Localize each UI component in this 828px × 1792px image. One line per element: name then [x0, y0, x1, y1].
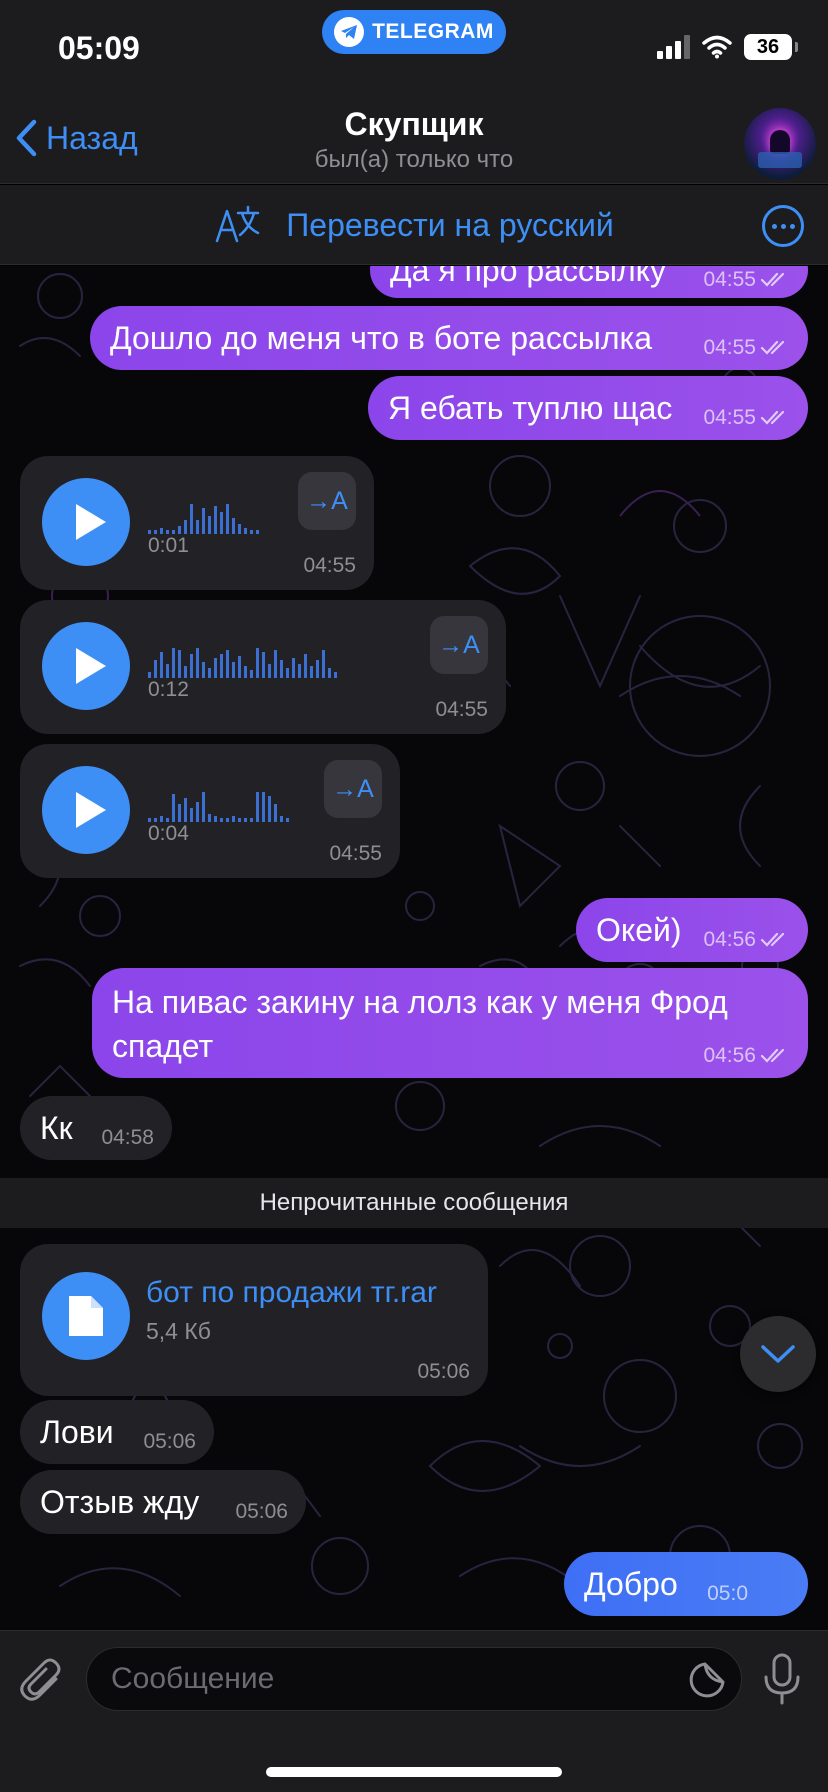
message-bubble-outgoing[interactable]: На пивас закину на лолз как у меня Фрод …: [92, 968, 808, 1078]
voice-message[interactable]: 0:04 →A 04:55: [20, 744, 400, 878]
message-text: Окей): [596, 912, 682, 948]
message-text-line1: На пивас закину на лолз как у меня Фрод: [112, 984, 728, 1020]
message-text: Отзыв жду: [40, 1484, 200, 1520]
message-list[interactable]: Да я про рассылку 04:55 Дошло до меня чт…: [0, 266, 828, 1630]
file-name[interactable]: бот по продажи тг.rar: [146, 1276, 437, 1310]
message-text: Лови: [40, 1414, 114, 1450]
read-checkmarks-icon: [760, 340, 785, 355]
read-checkmarks-icon: [760, 410, 785, 425]
waveform: [148, 782, 289, 822]
message-meta: 04:55: [703, 268, 790, 292]
chat-title[interactable]: Скупщик: [0, 106, 828, 143]
unread-divider: Непрочитанные сообщения: [0, 1178, 828, 1228]
transcribe-button[interactable]: →A: [324, 760, 382, 818]
status-time: 05:09: [58, 30, 140, 66]
waveform: [148, 494, 259, 534]
play-button[interactable]: [42, 766, 130, 854]
message-bubble-outgoing[interactable]: Да я про рассылку 04:55: [370, 266, 808, 298]
voice-duration: 0:12: [148, 678, 189, 701]
message-meta: 04:55: [703, 406, 790, 430]
battery-indicator: 36: [744, 34, 798, 60]
waveform: [148, 638, 337, 678]
avatar[interactable]: [744, 108, 816, 180]
transcribe-button[interactable]: →A: [298, 472, 356, 530]
message-text: Кк: [40, 1110, 73, 1146]
message-meta: 04:56: [703, 1044, 790, 1068]
message-time: 04:55: [329, 842, 382, 865]
telegram-pill[interactable]: TELEGRAM: [322, 10, 506, 54]
message-text: Да я про рассылку: [390, 266, 667, 288]
sticker-icon[interactable]: [687, 1660, 727, 1700]
read-checkmarks-icon: [760, 1048, 785, 1063]
message-bubble-incoming[interactable]: Отзыв жду 05:06: [20, 1470, 306, 1534]
read-checkmarks-icon: [760, 932, 785, 947]
translate-label: Перевести на русский: [286, 206, 614, 243]
file-message[interactable]: бот по продажи тг.rar 5,4 Кб 05:06: [20, 1244, 488, 1396]
translate-button[interactable]: Перевести на русский: [0, 203, 828, 247]
translate-icon: [216, 205, 260, 243]
chat-status: был(а) только что: [314, 146, 514, 173]
status-bar: 05:09 TELEGRAM 36: [0, 0, 828, 100]
message-field[interactable]: [86, 1647, 742, 1711]
message-meta: 04:55: [703, 336, 790, 360]
message-bubble-outgoing[interactable]: Окей) 04:56: [576, 898, 808, 962]
translate-bar: Перевести на русский: [0, 185, 828, 265]
play-button[interactable]: [42, 478, 130, 566]
message-time: 04:55: [435, 698, 488, 721]
message-bubble-incoming[interactable]: Лови 05:06: [20, 1400, 214, 1464]
voice-duration: 0:01: [148, 534, 189, 557]
more-options-button[interactable]: [762, 205, 804, 247]
message-text: Добро: [584, 1566, 678, 1602]
transcribe-button[interactable]: →A: [430, 616, 488, 674]
message-meta: 04:56: [703, 928, 790, 952]
message-text: Дошло до меня что в боте рассылка: [110, 320, 652, 356]
message-bubble-outgoing[interactable]: Дошло до меня что в боте рассылка 04:55: [90, 306, 808, 370]
chat-header: Назад Скупщик был(а) только что: [0, 100, 828, 184]
message-time: 05:06: [235, 1500, 288, 1523]
microphone-icon[interactable]: [762, 1653, 802, 1705]
chevron-down-icon: [761, 1345, 795, 1363]
cellular-signal-icon: [657, 35, 690, 59]
message-bubble-incoming[interactable]: Кк 04:58: [20, 1096, 172, 1160]
voice-message[interactable]: 0:01 →A 04:55: [20, 456, 374, 590]
voice-duration: 0:04: [148, 822, 189, 845]
file-size: 5,4 Кб: [146, 1318, 211, 1344]
message-time: 04:58: [101, 1126, 154, 1149]
message-bubble-outgoing[interactable]: Я ебать туплю щас 04:55: [368, 376, 808, 440]
telegram-icon: [334, 17, 365, 47]
voice-message[interactable]: 0:12 →A 04:55: [20, 600, 506, 734]
message-time: 05:06: [143, 1430, 196, 1453]
message-time: 05:06: [417, 1360, 470, 1383]
read-checkmarks-icon: [760, 272, 785, 287]
message-time: 05:0: [707, 1582, 748, 1605]
telegram-pill-label: TELEGRAM: [372, 20, 494, 43]
message-text: Я ебать туплю щас: [388, 390, 673, 426]
message-time: 04:55: [303, 554, 356, 577]
wifi-icon: [702, 35, 732, 59]
scroll-to-bottom-button[interactable]: [740, 1316, 816, 1392]
status-icons: 36: [657, 34, 798, 60]
paperclip-icon[interactable]: [20, 1657, 64, 1705]
message-bubble-outgoing[interactable]: Добро 05:0: [564, 1552, 808, 1616]
document-icon: [42, 1272, 130, 1360]
home-indicator: [266, 1767, 562, 1777]
composer-bar: [0, 1630, 828, 1792]
message-text-line2: спадет: [112, 1028, 214, 1064]
message-input[interactable]: [111, 1648, 651, 1710]
play-button[interactable]: [42, 622, 130, 710]
